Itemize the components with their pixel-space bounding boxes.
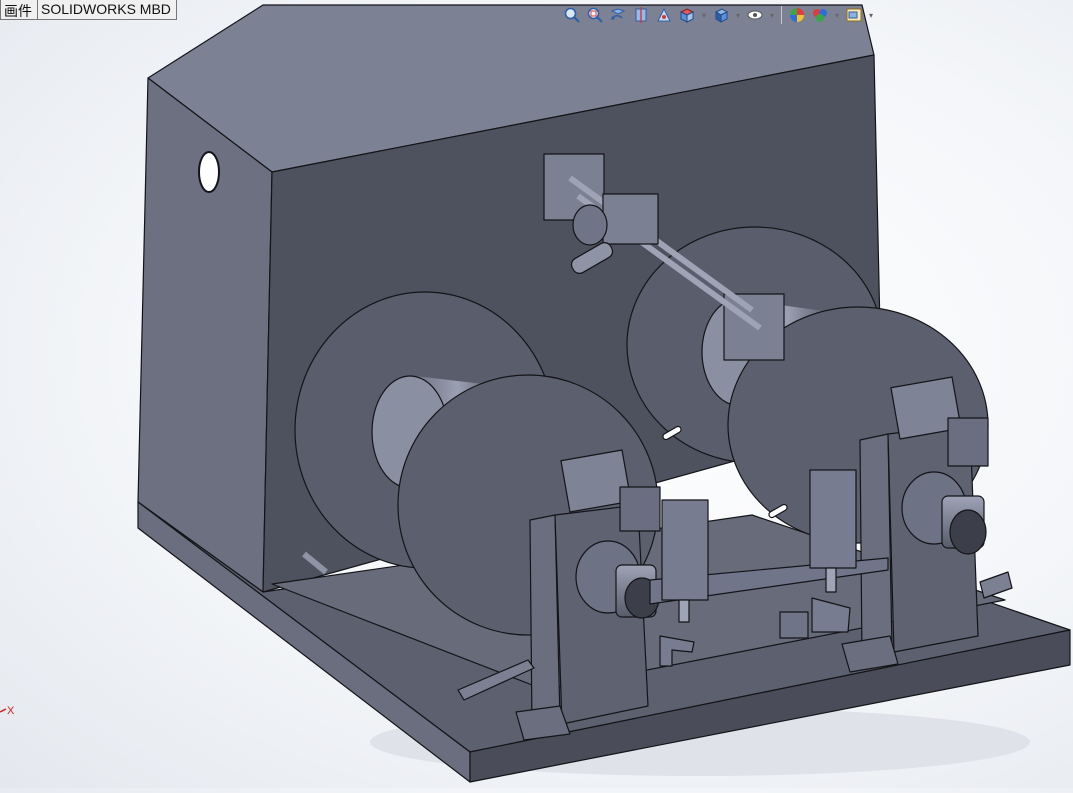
graphics-viewport[interactable]: 画件 SOLIDWORKS MBD ▾ ▾ ▾ ▾ ▾ X [0,0,1073,788]
apply-scene-button[interactable] [810,5,830,25]
floor-strut-right [979,571,1013,599]
dynamic-annotation-button[interactable] [654,5,674,25]
hide-show-items-icon [747,10,763,20]
hide-show-items-dropdown[interactable]: ▾ [768,5,776,25]
tab-solidworks-mbd[interactable]: SOLIDWORKS MBD [37,0,177,20]
apply-scene-dropdown[interactable]: ▾ [833,5,841,25]
display-style-icon [714,8,729,23]
floor-clamp-block [779,611,809,639]
previous-view-button[interactable] [608,5,628,25]
left-pedestal-cylinder-cap [619,486,661,532]
toolbar-separator [781,6,782,24]
zoom-to-fit-button[interactable] [562,5,582,25]
triad-x-axis [0,708,7,713]
view-orientation-button[interactable] [677,5,697,25]
apply-scene-icon [813,9,827,22]
rail-slider-block [602,193,659,245]
right-pedestal-side [859,433,893,659]
view-orientation-dropdown[interactable]: ▾ [700,5,708,25]
dynamic-annotation-icon [657,7,671,22]
machine-model-3d[interactable] [0,0,1073,788]
edit-appearance-button[interactable] [787,5,807,25]
tab-drawing[interactable]: 画件 [0,0,38,20]
triad-x-label: X [7,705,15,717]
right-pedestal-shaft-end [949,509,987,555]
pneumatic-cylinder-right [809,469,857,569]
rail-slider-pulley [572,204,608,246]
zoom-to-fit-icon [564,7,580,23]
pneumatic-cylinder-right-rod [825,567,837,593]
document-tab-strip: 画件 SOLIDWORKS MBD [0,0,177,20]
left-pedestal-foot [515,705,571,741]
heads-up-view-toolbar: ▾ ▾ ▾ ▾ ▾ [562,3,875,27]
edit-appearance-icon [790,8,804,22]
view-settings-icon [846,8,862,22]
display-style-dropdown[interactable]: ▾ [734,5,742,25]
housing-hole [198,151,220,193]
view-settings-dropdown[interactable]: ▾ [867,5,875,25]
view-orientation-icon [679,8,695,23]
zoom-to-area-icon [587,7,603,23]
pneumatic-cylinder-left-rod [678,599,690,623]
zoom-to-area-button[interactable] [585,5,605,25]
display-style-button[interactable] [711,5,731,25]
pneumatic-cylinder-left [661,499,709,601]
reference-triad: X [0,700,20,720]
view-settings-button[interactable] [844,5,864,25]
section-view-button[interactable] [631,5,651,25]
hide-show-items-button[interactable] [745,5,765,25]
section-view-icon [635,7,647,23]
right-pedestal-cylinder-cap [947,417,989,467]
triad-axes: X [0,705,15,717]
previous-view-icon [610,8,626,20]
